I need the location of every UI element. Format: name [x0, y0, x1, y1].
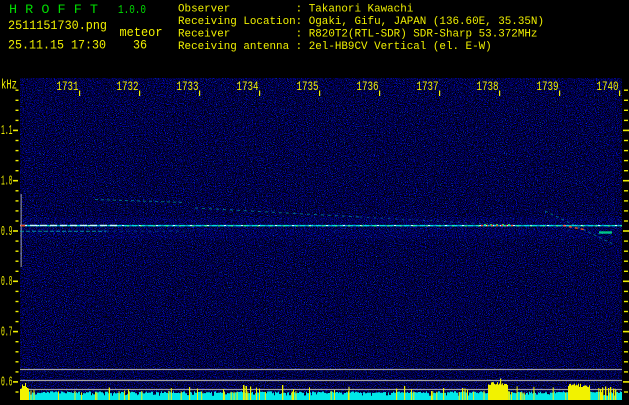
svg-text:Observer : Takanori K: Observer : Takanori Kawachi — [178, 4, 413, 16]
svg-text:1.1: 1.1 — [1, 123, 13, 139]
svg-text:1737: 1737 — [417, 79, 439, 94]
svg-text:1740: 1740 — [597, 79, 619, 94]
svg-text:1.0: 1.0 — [1, 174, 13, 190]
svg-text:Receiving antenna : 2el-HB9CV: Receiving antenna : 2el-HB9CV Vertical (… — [178, 41, 492, 53]
svg-text:1732: 1732 — [117, 79, 139, 94]
svg-text:1736: 1736 — [357, 79, 379, 94]
svg-text:kHz: kHz — [1, 79, 17, 94]
svg-text:1731: 1731 — [57, 79, 79, 94]
svg-text:1738: 1738 — [477, 79, 499, 94]
svg-text:Receiver : R820T2(RTL: Receiver : R820T2(RTL-SDR) SDR-Sharp 53.… — [178, 29, 537, 41]
svg-text:0.7: 0.7 — [1, 324, 13, 340]
svg-text:Receiving Location: Ogaki, Gif: Receiving Location: Ogaki, Gifu, JAPAN (… — [178, 16, 544, 28]
svg-text:1.0.0: 1.0.0 — [118, 4, 146, 17]
svg-text:1733: 1733 — [177, 79, 199, 94]
svg-text:0.8: 0.8 — [1, 274, 13, 290]
svg-text:H R O F F T: H R O F F T — [9, 2, 98, 17]
svg-text:0.6: 0.6 — [1, 375, 13, 391]
svg-text:25.11.15 17:30: 25.11.15 17:30 — [8, 39, 106, 53]
svg-text:1739: 1739 — [537, 79, 559, 94]
svg-text:2511151730.png: 2511151730.png — [8, 19, 107, 33]
svg-text:1735: 1735 — [297, 79, 319, 94]
svg-text:36: 36 — [133, 39, 147, 53]
svg-text:0.9: 0.9 — [1, 224, 13, 240]
svg-text:1734: 1734 — [237, 79, 259, 94]
